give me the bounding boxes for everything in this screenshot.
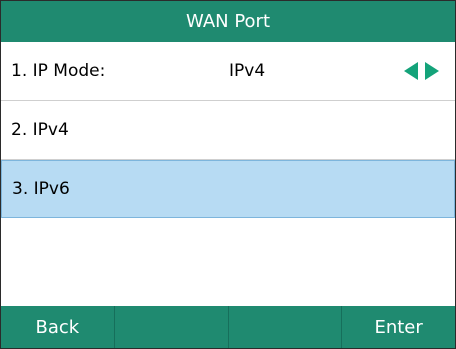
enter-softkey[interactable]: Enter — [342, 306, 455, 348]
menu-item-label: 2. IPv4 — [11, 120, 69, 140]
value-selector-arrows[interactable] — [404, 62, 439, 80]
empty-softkey-3[interactable] — [229, 306, 343, 348]
back-softkey[interactable]: Back — [1, 306, 115, 348]
menu-item-ip-mode[interactable]: 1. IP Mode: IPv4 — [1, 42, 455, 101]
menu-item-label: 1. IP Mode: — [11, 61, 106, 81]
screen-title: WAN Port — [186, 11, 270, 32]
empty-softkey-2[interactable] — [115, 306, 229, 348]
arrow-left-icon[interactable] — [404, 62, 418, 80]
menu-item-ipv4[interactable]: 2. IPv4 — [1, 101, 455, 160]
screen-title-bar: WAN Port — [1, 1, 455, 42]
menu-item-label: 3. IPv6 — [12, 179, 70, 199]
phone-screen: WAN Port 1. IP Mode: IPv4 2. IPv4 3. IPv… — [0, 0, 456, 349]
softkey-bar: Back Enter — [1, 306, 455, 348]
menu-item-ipv6[interactable]: 3. IPv6 — [1, 160, 455, 218]
arrow-right-icon[interactable] — [425, 62, 439, 80]
ip-mode-value: IPv4 — [229, 61, 266, 81]
empty-list-space — [1, 218, 455, 289]
